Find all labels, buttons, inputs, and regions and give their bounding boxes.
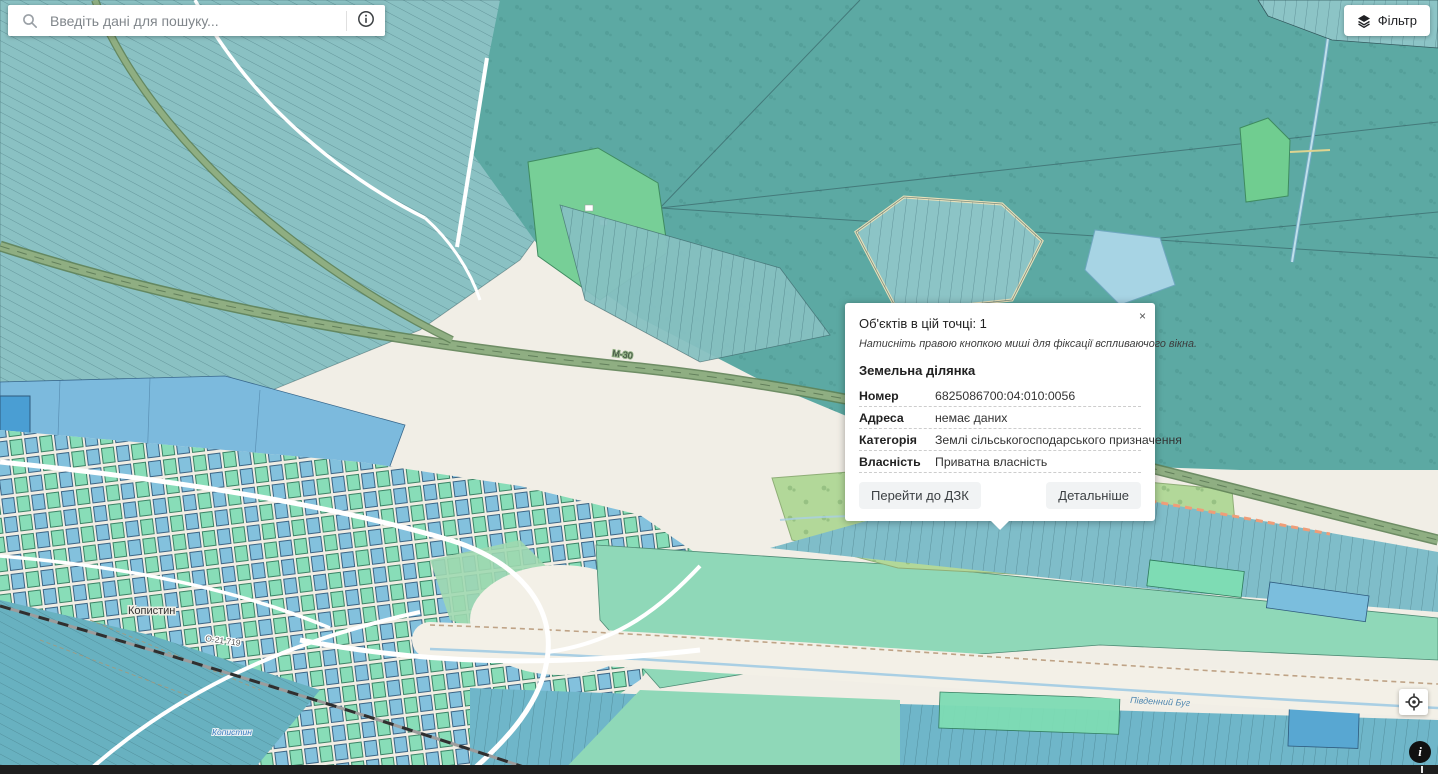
parcel-address-label: Адреса: [859, 411, 935, 425]
close-icon[interactable]: ×: [1137, 308, 1148, 324]
parcel-number-row: Номер 6825086700:04:010:0056: [859, 385, 1141, 407]
popup-actions: Перейти до ДЗК Детальніше: [859, 482, 1141, 509]
parcel-category-row: Категорія Землі сільськогосподарського п…: [859, 429, 1141, 451]
filter-button-label: Фільтр: [1378, 13, 1417, 28]
bottom-bar: [0, 765, 1438, 774]
parcel-address-value: немає даних: [935, 411, 1007, 425]
popup-pointer: [990, 520, 1010, 530]
parcel-ownership-value: Приватна власність: [935, 455, 1047, 469]
map-canvas[interactable]: Південний Буг М-30: [0, 0, 1438, 774]
search-bar: [8, 5, 385, 36]
go-to-dzk-button[interactable]: Перейти до ДЗК: [859, 482, 981, 509]
info-button[interactable]: i: [1409, 741, 1431, 763]
parcel-popup: × Об'єктів в цій точці: 1 Натисніть прав…: [845, 303, 1155, 521]
geolocate-button[interactable]: [1399, 689, 1428, 715]
search-input[interactable]: [48, 12, 340, 30]
parcel-ownership-row: Власність Приватна власність: [859, 451, 1141, 473]
parcel-number-label: Номер: [859, 389, 935, 403]
search-icon: [22, 13, 38, 29]
layers-icon: [1357, 14, 1371, 28]
village-label: Копистин: [128, 605, 175, 617]
popup-objects-count: Об'єктів в цій точці: 1: [859, 316, 1141, 331]
popup-section-title: Земельна ділянка: [859, 363, 1141, 378]
details-button[interactable]: Детальніше: [1046, 482, 1141, 509]
bottom-bar-tick: [1421, 766, 1423, 773]
parcel-address-row: Адреса немає даних: [859, 407, 1141, 429]
parcel-category-label: Категорія: [859, 433, 935, 447]
search-info-button[interactable]: [353, 10, 385, 31]
app-root: Південний Буг М-30: [0, 0, 1438, 774]
search-divider: [346, 11, 347, 31]
station-label: Копистин: [212, 727, 252, 737]
crosshair-icon: [1405, 693, 1423, 711]
filter-button[interactable]: Фільтр: [1344, 5, 1430, 36]
popup-hint: Натисніть правою кнопкою миші для фіксац…: [859, 338, 1141, 350]
parcel-category-value: Землі сільськогосподарського призначення: [935, 433, 1182, 447]
parcel-ownership-label: Власність: [859, 455, 935, 469]
info-letter-icon: i: [1418, 744, 1422, 760]
info-icon: [357, 10, 375, 31]
parcel-number-value: 6825086700:04:010:0056: [935, 389, 1075, 403]
